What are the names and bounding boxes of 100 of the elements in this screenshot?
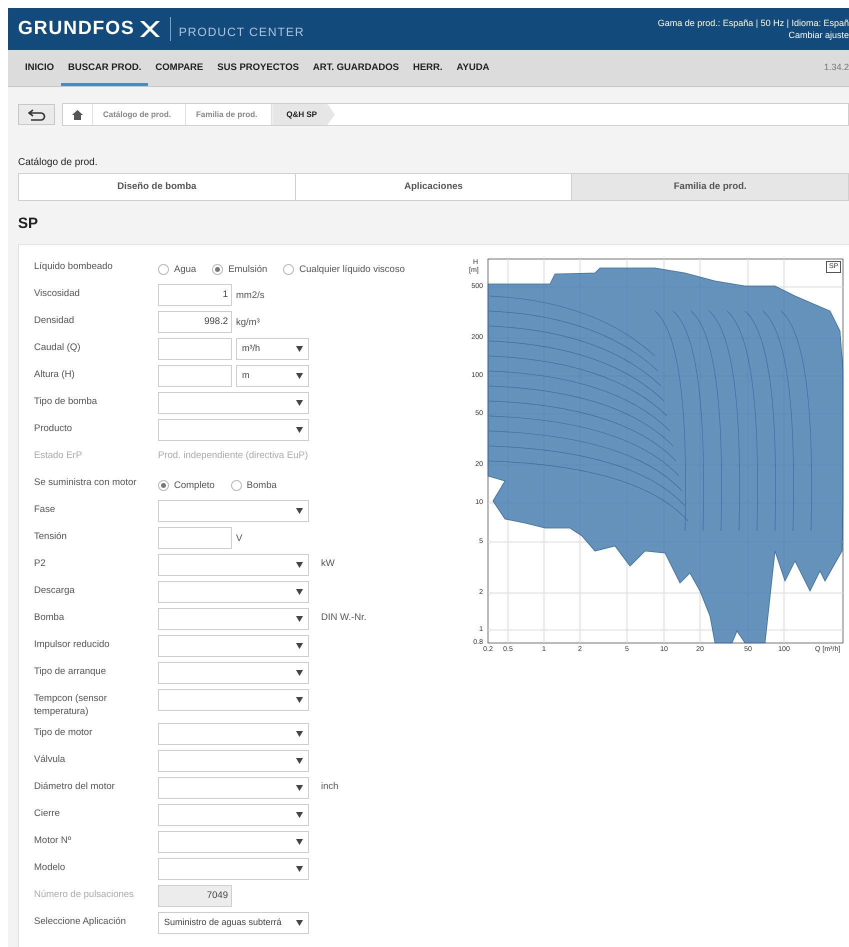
field-label: Válvula [34,752,66,766]
dropdown[interactable] [158,418,309,440]
dropdown[interactable] [158,750,309,772]
input-field[interactable]: 1 [158,284,232,306]
dropdown[interactable]: m³/h [236,338,309,360]
caret-icon [296,346,303,352]
unit-label: mm2/s [236,289,264,304]
field-label: Modelo [34,860,66,874]
caret-icon [296,588,303,594]
input-field[interactable] [158,338,232,360]
dropdown[interactable] [158,776,309,798]
caret-icon [296,812,303,818]
caret-icon [296,426,303,432]
field-label: Motor Nº [34,834,72,846]
caret-icon [296,642,303,648]
radio-option[interactable]: Completo [158,478,215,493]
product-center-title: PRODUCT CENTER [178,24,305,41]
radio-button[interactable] [212,264,224,276]
field-label: Diámetro del motor [34,780,116,792]
field-label: Tipo de bomba [34,394,98,408]
input-field[interactable] [158,364,232,386]
brand-logo-icon [138,19,162,39]
nav-tab[interactable]: AYUDA [450,50,496,86]
nav-tab[interactable]: INICIO [18,50,62,86]
dropdown[interactable] [158,858,309,880]
section-label: Catálogo de prod. [18,156,99,170]
unit-label: inch [321,780,338,794]
radio-option[interactable]: Emulsión [212,262,268,277]
dropdown[interactable] [158,830,309,852]
input-field[interactable] [158,526,232,548]
dropdown[interactable] [158,804,309,826]
caret-icon [296,730,303,736]
breadcrumb-item[interactable]: Catálogo de prod. [93,104,186,125]
radio-button[interactable] [230,480,242,492]
caret-icon [296,920,303,926]
field-label: Descarga [34,584,76,596]
caret-icon [296,400,303,406]
radio-option[interactable]: Cualquier líquido viscoso [283,262,405,277]
dropdown[interactable] [158,688,309,710]
unit-label: V [236,532,242,546]
dropdown[interactable] [158,634,309,656]
change-settings-link[interactable]: Cambiar ajuste [788,29,849,41]
caret-icon [296,758,303,764]
field-label: Tensión [34,530,68,542]
back-button[interactable] [18,104,55,125]
field-label: Seleccione Aplicación [34,914,127,928]
field-label: Se suministra con motor [34,476,138,488]
field-label: P2 [34,556,47,570]
caret-icon [296,866,303,872]
field-label: Impulsor reducido [34,638,111,650]
field-label: Densidad [34,314,76,326]
home-icon [72,110,83,120]
version-label: 1.34.2 [824,61,849,74]
field-label: Altura (H) [34,368,76,380]
radio-button[interactable] [283,264,294,276]
dropdown[interactable]: m [236,364,309,386]
field-label: Bomba [34,610,66,624]
dropdown[interactable] [158,608,309,630]
nav-tab[interactable]: ART. GUARDADOS [306,50,406,86]
dropdown[interactable] [158,500,309,522]
field-label: Caudal (Q) [34,340,82,354]
field-label: Tipo de arranque [34,664,108,678]
field-label: Tipo de motor [34,726,94,738]
radio-option[interactable]: Bomba [230,478,277,493]
unit-label: kg/m³ [236,316,260,330]
field-label: Cierre [34,806,61,820]
field-label: Fase [34,502,56,516]
field-label: Estado ErP [34,448,84,462]
field-label: Líquido bombeado [34,260,114,272]
input-field[interactable]: 998.2 [158,310,232,332]
caret-icon [296,838,303,844]
field-label: Producto [34,422,74,434]
field-label: Tempcon (sensor temperatura) [34,692,108,718]
caret-icon [296,372,303,378]
unit-label: DIN W.-Nr. [321,611,366,626]
unit-label: kW [321,557,335,572]
dropdown[interactable] [158,554,309,576]
brand-logo-text: GRUNDFOS [18,16,135,41]
nav-tab[interactable]: COMPARE [148,50,210,86]
caret-icon [296,616,303,622]
radio-option[interactable]: Agua [158,262,196,277]
catalog-tab[interactable]: Familia de prod. [571,174,848,200]
caret-icon [296,784,303,790]
radio-button[interactable] [158,264,169,276]
nav-tab[interactable]: HERR. [406,50,450,86]
radio-button[interactable] [158,480,169,492]
dropdown[interactable] [158,580,309,602]
breadcrumb-item[interactable]: Q&H SP [272,104,336,125]
field-label: Número de pulsaciones [34,888,135,900]
field-label: Viscosidad [34,286,81,300]
dropdown[interactable]: Suministro de aguas subterrá [158,912,309,934]
caret-icon [296,696,303,702]
caret-icon [296,562,303,568]
return-arrow-icon [28,108,46,120]
nav-tab[interactable]: BUSCAR PROD. [61,50,148,86]
dropdown[interactable] [158,392,309,414]
nav-tab[interactable]: SUS PROYECTOS [210,50,306,86]
settings-summary: Gama de prod.: España | 50 Hz | Idioma: Españ [658,17,849,29]
dropdown[interactable] [158,662,309,684]
dropdown[interactable] [158,722,309,744]
